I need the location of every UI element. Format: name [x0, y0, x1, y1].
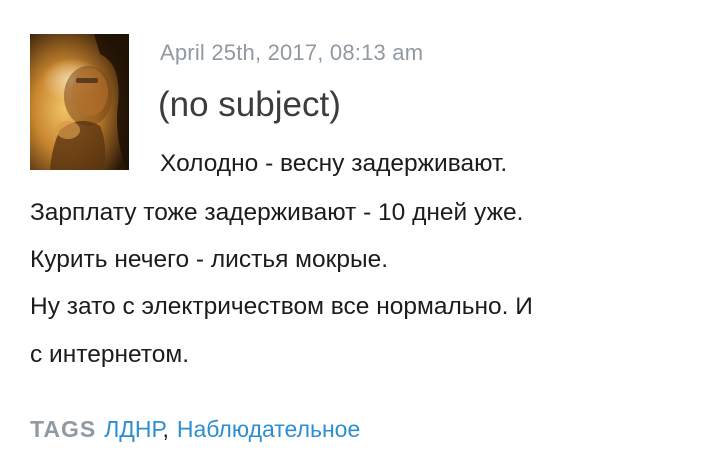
tag-link-ldnr[interactable]: ЛДНР	[104, 416, 162, 442]
avatar-photo-icon	[30, 34, 129, 170]
post-body-line: Ну зато с электричеством все нормально. …	[30, 293, 533, 320]
post-tags: TAGS ЛДНР, Наблюдательное	[30, 414, 360, 444]
post-body-line: с интернетом.	[30, 341, 190, 368]
post-body-line: Холодно - весну задерживают.	[160, 150, 508, 177]
avatar[interactable]	[30, 34, 129, 170]
tags-label: TAGS	[30, 416, 97, 442]
post-body-line: Зарплату тоже задерживают - 10 дней уже.	[30, 199, 524, 226]
tag-separator: ,	[162, 416, 169, 442]
journal-post: April 25th, 2017, 08:13 am (no subject) …	[0, 0, 719, 460]
post-body-line: Курить нечего - листья мокрые.	[30, 246, 389, 273]
post-date: April 25th, 2017, 08:13 am	[160, 40, 424, 65]
tag-link-nablyudatelnoe[interactable]: Наблюдательное	[177, 416, 360, 442]
post-subject: (no subject)	[158, 85, 341, 124]
